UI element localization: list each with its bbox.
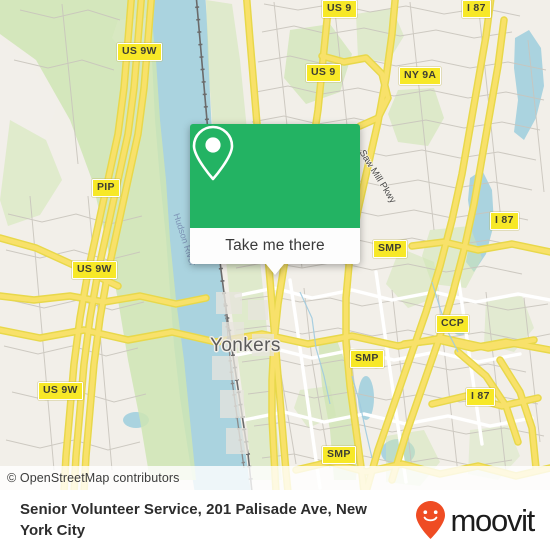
shield-us-9w-c[interactable]: US 9W [38,382,83,400]
moovit-brand-logo[interactable]: moovit [415,500,550,540]
card-image-placeholder [190,124,360,228]
shield-ccp[interactable]: CCP [436,315,470,333]
moovit-smiley-pin-icon [416,501,446,539]
shield-smp-3[interactable]: SMP [322,446,356,464]
shield-pip[interactable]: PIP [92,179,120,197]
shield-smp-2[interactable]: SMP [350,350,384,368]
card-action-button[interactable]: Take me there [190,228,360,264]
moovit-wordmark: moovit [450,502,535,538]
shield-i-87-b[interactable]: I 87 [490,212,519,230]
map-pin-icon [192,125,234,181]
shield-i-87-c[interactable]: I 87 [466,388,495,406]
shield-ny-9a[interactable]: NY 9A [399,67,442,85]
map-attribution-bar: © OpenStreetMap contributors [0,466,550,490]
shield-us-9[interactable]: US 9 [322,0,357,18]
location-title: Senior Volunteer Service, 201 Palisade A… [20,501,367,539]
shield-us-9w[interactable]: US 9W [117,43,162,61]
moovit-map-screenshot: Yonkers Saw Mill Pkwy Hudson River US 9 … [0,0,550,550]
card-pointer-tail [266,264,284,275]
shield-i-87[interactable]: I 87 [462,0,491,18]
footer-bar: Senior Volunteer Service, 201 Palisade A… [0,490,550,550]
map-canvas[interactable]: Yonkers Saw Mill Pkwy Hudson River US 9 … [0,0,550,490]
take-me-there-card[interactable]: Take me there [190,124,360,275]
map-place-label-yonkers: Yonkers [210,335,281,356]
shield-us-9w-b[interactable]: US 9W [72,261,117,279]
card-action-label: Take me there [225,237,325,254]
shield-us-9-b[interactable]: US 9 [306,64,341,82]
shield-smp-1[interactable]: SMP [373,240,407,258]
map-attribution-text[interactable]: © OpenStreetMap contributors [0,471,180,485]
